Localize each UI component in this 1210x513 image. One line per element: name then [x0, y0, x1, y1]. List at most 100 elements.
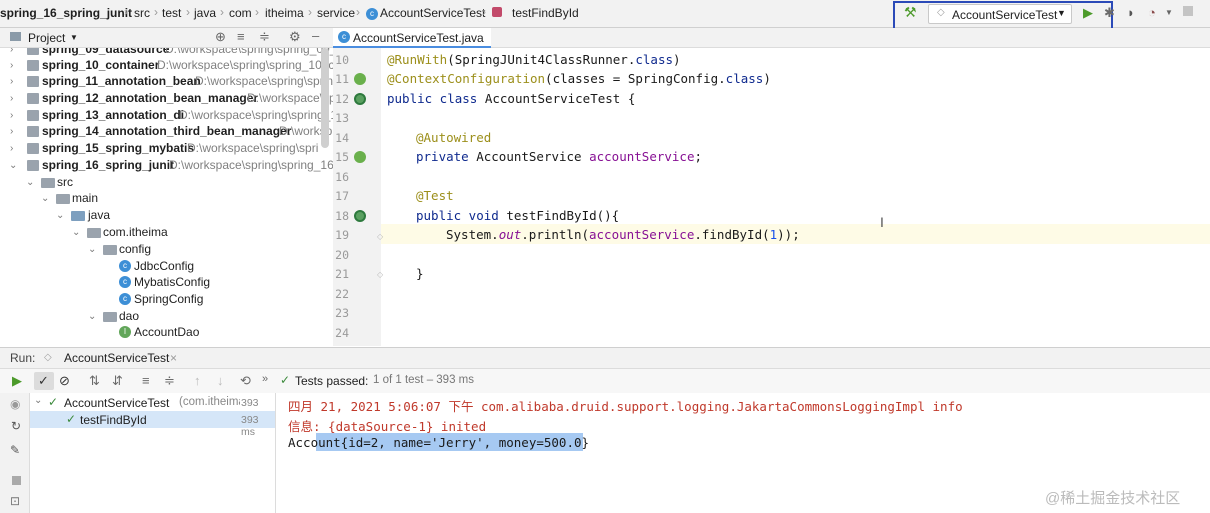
close-icon[interactable]: × — [170, 351, 177, 365]
chevron-down-icon[interactable]: ▼ — [1165, 8, 1173, 17]
pass-check-icon: ✓ — [48, 395, 59, 409]
line-number: 17 — [335, 189, 349, 203]
line-number: 22 — [335, 287, 349, 301]
project-tree: › spring_09_datasource D:\workspace\spring… — [0, 48, 333, 346]
locate-icon[interactable]: ⊕ — [215, 29, 226, 45]
line-number: 13 — [335, 111, 349, 125]
project-header: Project ▼ ⊕ ≡ ≑ ⚙ – — [0, 28, 333, 48]
line-number: 18 — [335, 209, 349, 223]
wrench-icon[interactable]: ✎ — [10, 443, 20, 457]
camera-icon[interactable]: ◉ — [10, 397, 20, 411]
chevron-right-icon: › — [186, 5, 190, 19]
breadcrumb-src[interactable]: src — [134, 6, 150, 20]
line-number: 23 — [335, 306, 349, 320]
pass-check-icon: ✓ — [280, 373, 291, 387]
chevron-right-icon: › — [154, 5, 158, 19]
code-line-18[interactable]: public void testFindById(){ — [416, 208, 619, 223]
screenshot-icon[interactable]: ⊡ — [10, 494, 20, 508]
breadcrumb-itheima[interactable]: itheima — [265, 6, 304, 20]
fold-marker-icon[interactable]: ◇ — [377, 270, 383, 279]
expand-all-icon[interactable]: ≡ — [142, 373, 150, 388]
chevron-right-icon: › — [308, 5, 312, 19]
chevron-down-icon: ▼ — [1057, 8, 1066, 18]
chevron-right-icon: › — [255, 5, 259, 19]
code-line-17[interactable]: @Test — [416, 188, 454, 203]
breadcrumb-class[interactable]: AccountServiceTest — [380, 6, 485, 20]
chevron-down-icon[interactable]: ▼ — [70, 33, 78, 42]
stop-icon[interactable] — [1183, 6, 1193, 16]
run-toolbar — [0, 369, 1210, 393]
breadcrumb-project[interactable]: spring_16_spring_junit — [0, 6, 132, 20]
more-icon[interactable]: » — [262, 373, 268, 385]
minimize-icon[interactable]: – — [312, 28, 319, 43]
spring-bean-icon[interactable] — [354, 151, 366, 163]
code-line-15[interactable]: private AccountService accountService; — [416, 149, 702, 164]
tests-passed-detail: 1 of 1 test – 393 ms — [373, 374, 475, 386]
run-side-toolbar: ◉ ↻ ✎ ⊡ — [0, 393, 30, 513]
prev-failed-icon[interactable]: ↑ — [194, 373, 201, 388]
collapse-all-icon[interactable]: ≑ — [259, 29, 270, 45]
breadcrumb-service[interactable]: service — [317, 6, 355, 20]
chevron-down-icon[interactable]: ⌄ — [34, 395, 42, 406]
breadcrumb-method[interactable]: testFindById — [512, 6, 579, 20]
check-icon: ✓ — [38, 373, 49, 388]
code-line-10[interactable]: @RunWith(SpringJUnit4ClassRunner.class) — [387, 52, 681, 67]
line-number: 20 — [335, 248, 349, 262]
code-line-12[interactable]: public class AccountServiceTest { — [387, 91, 635, 106]
run-configuration-selector[interactable]: ◇ AccountServiceTest ▼ — [928, 4, 1072, 24]
expand-all-icon[interactable]: ≡ — [237, 29, 245, 44]
project-title[interactable]: Project — [28, 31, 65, 45]
breadcrumb-test[interactable]: test — [162, 6, 181, 20]
fold-marker-icon[interactable]: ◇ — [377, 232, 383, 241]
next-failed-icon[interactable]: ↓ — [217, 373, 224, 388]
code-line-11[interactable]: @ContextConfiguration(classes = SpringCo… — [387, 71, 771, 86]
chevron-right-icon: › — [124, 5, 128, 19]
run-tab-label[interactable]: AccountServiceTest — [64, 351, 169, 365]
tree-scrollbar[interactable] — [321, 48, 329, 148]
tab-label: AccountServiceTest.java — [353, 31, 484, 45]
text-cursor-icon: I — [880, 214, 884, 230]
coverage-icon[interactable]: ◗ — [1127, 5, 1135, 20]
console-line: 四月 21, 2021 5:06:07 下午 com.alibaba.druid… — [288, 399, 963, 414]
watermark: @稀土掘金技术社区 — [1045, 490, 1181, 507]
line-number: 24 — [335, 326, 349, 340]
import-tests-icon[interactable]: ⟲ — [240, 373, 251, 389]
tab-accountservicetest[interactable]: c AccountServiceTest.java — [333, 28, 491, 48]
show-ignored-icon[interactable]: ⊘ — [59, 373, 70, 389]
run-test-method-icon[interactable] — [354, 210, 366, 222]
test-method-time: 393 ms — [241, 414, 259, 438]
line-number: 11 — [335, 72, 349, 86]
test-results-tree: ⌄ ✓ AccountServiceTest (com.itheima.s 39… — [30, 393, 276, 513]
run-configuration-label: AccountServiceTest — [952, 8, 1058, 22]
run-icon[interactable]: ▶ — [1083, 5, 1093, 21]
collapse-all-icon[interactable]: ≑ — [164, 373, 175, 389]
sort-duration-icon[interactable]: ⇵ — [112, 373, 123, 389]
tests-passed-label: Tests passed: — [295, 374, 369, 388]
code-line-21[interactable]: } — [416, 266, 424, 281]
class-icon: c — [338, 31, 350, 43]
reload-icon[interactable]: ↻ — [11, 419, 21, 433]
line-number: 10 — [335, 53, 349, 67]
test-suite-package: (com.itheima.s — [179, 396, 240, 408]
code-line-19[interactable]: System.out.println(accountService.findBy… — [446, 227, 800, 242]
gear-icon[interactable]: ⚙ — [289, 29, 301, 45]
build-hammer-icon[interactable]: ⚒ — [904, 4, 917, 21]
debug-icon[interactable]: ✱ — [1104, 5, 1115, 21]
sort-alpha-icon[interactable]: ⇅ — [89, 373, 100, 389]
line-number: 14 — [335, 131, 349, 145]
stop-icon[interactable] — [12, 476, 21, 485]
test-suite-name[interactable]: AccountServiceTest — [64, 396, 169, 410]
method-icon — [492, 7, 502, 17]
breadcrumb-com[interactable]: com — [229, 6, 252, 20]
breadcrumb-java[interactable]: java — [194, 6, 216, 20]
test-method-name[interactable]: testFindById — [80, 413, 147, 427]
run-test-class-icon[interactable] — [354, 93, 366, 105]
chevron-right-icon: › — [482, 5, 486, 19]
line-number: 19 — [335, 228, 349, 242]
code-line-14[interactable]: @Autowired — [416, 130, 491, 145]
junit-icon: ◇ — [937, 7, 945, 18]
rerun-icon[interactable]: ▶ — [12, 373, 22, 389]
pass-check-icon: ✓ — [66, 412, 77, 426]
profile-icon[interactable]: ◔ — [1148, 5, 1156, 20]
spring-bean-icon[interactable] — [354, 73, 366, 85]
